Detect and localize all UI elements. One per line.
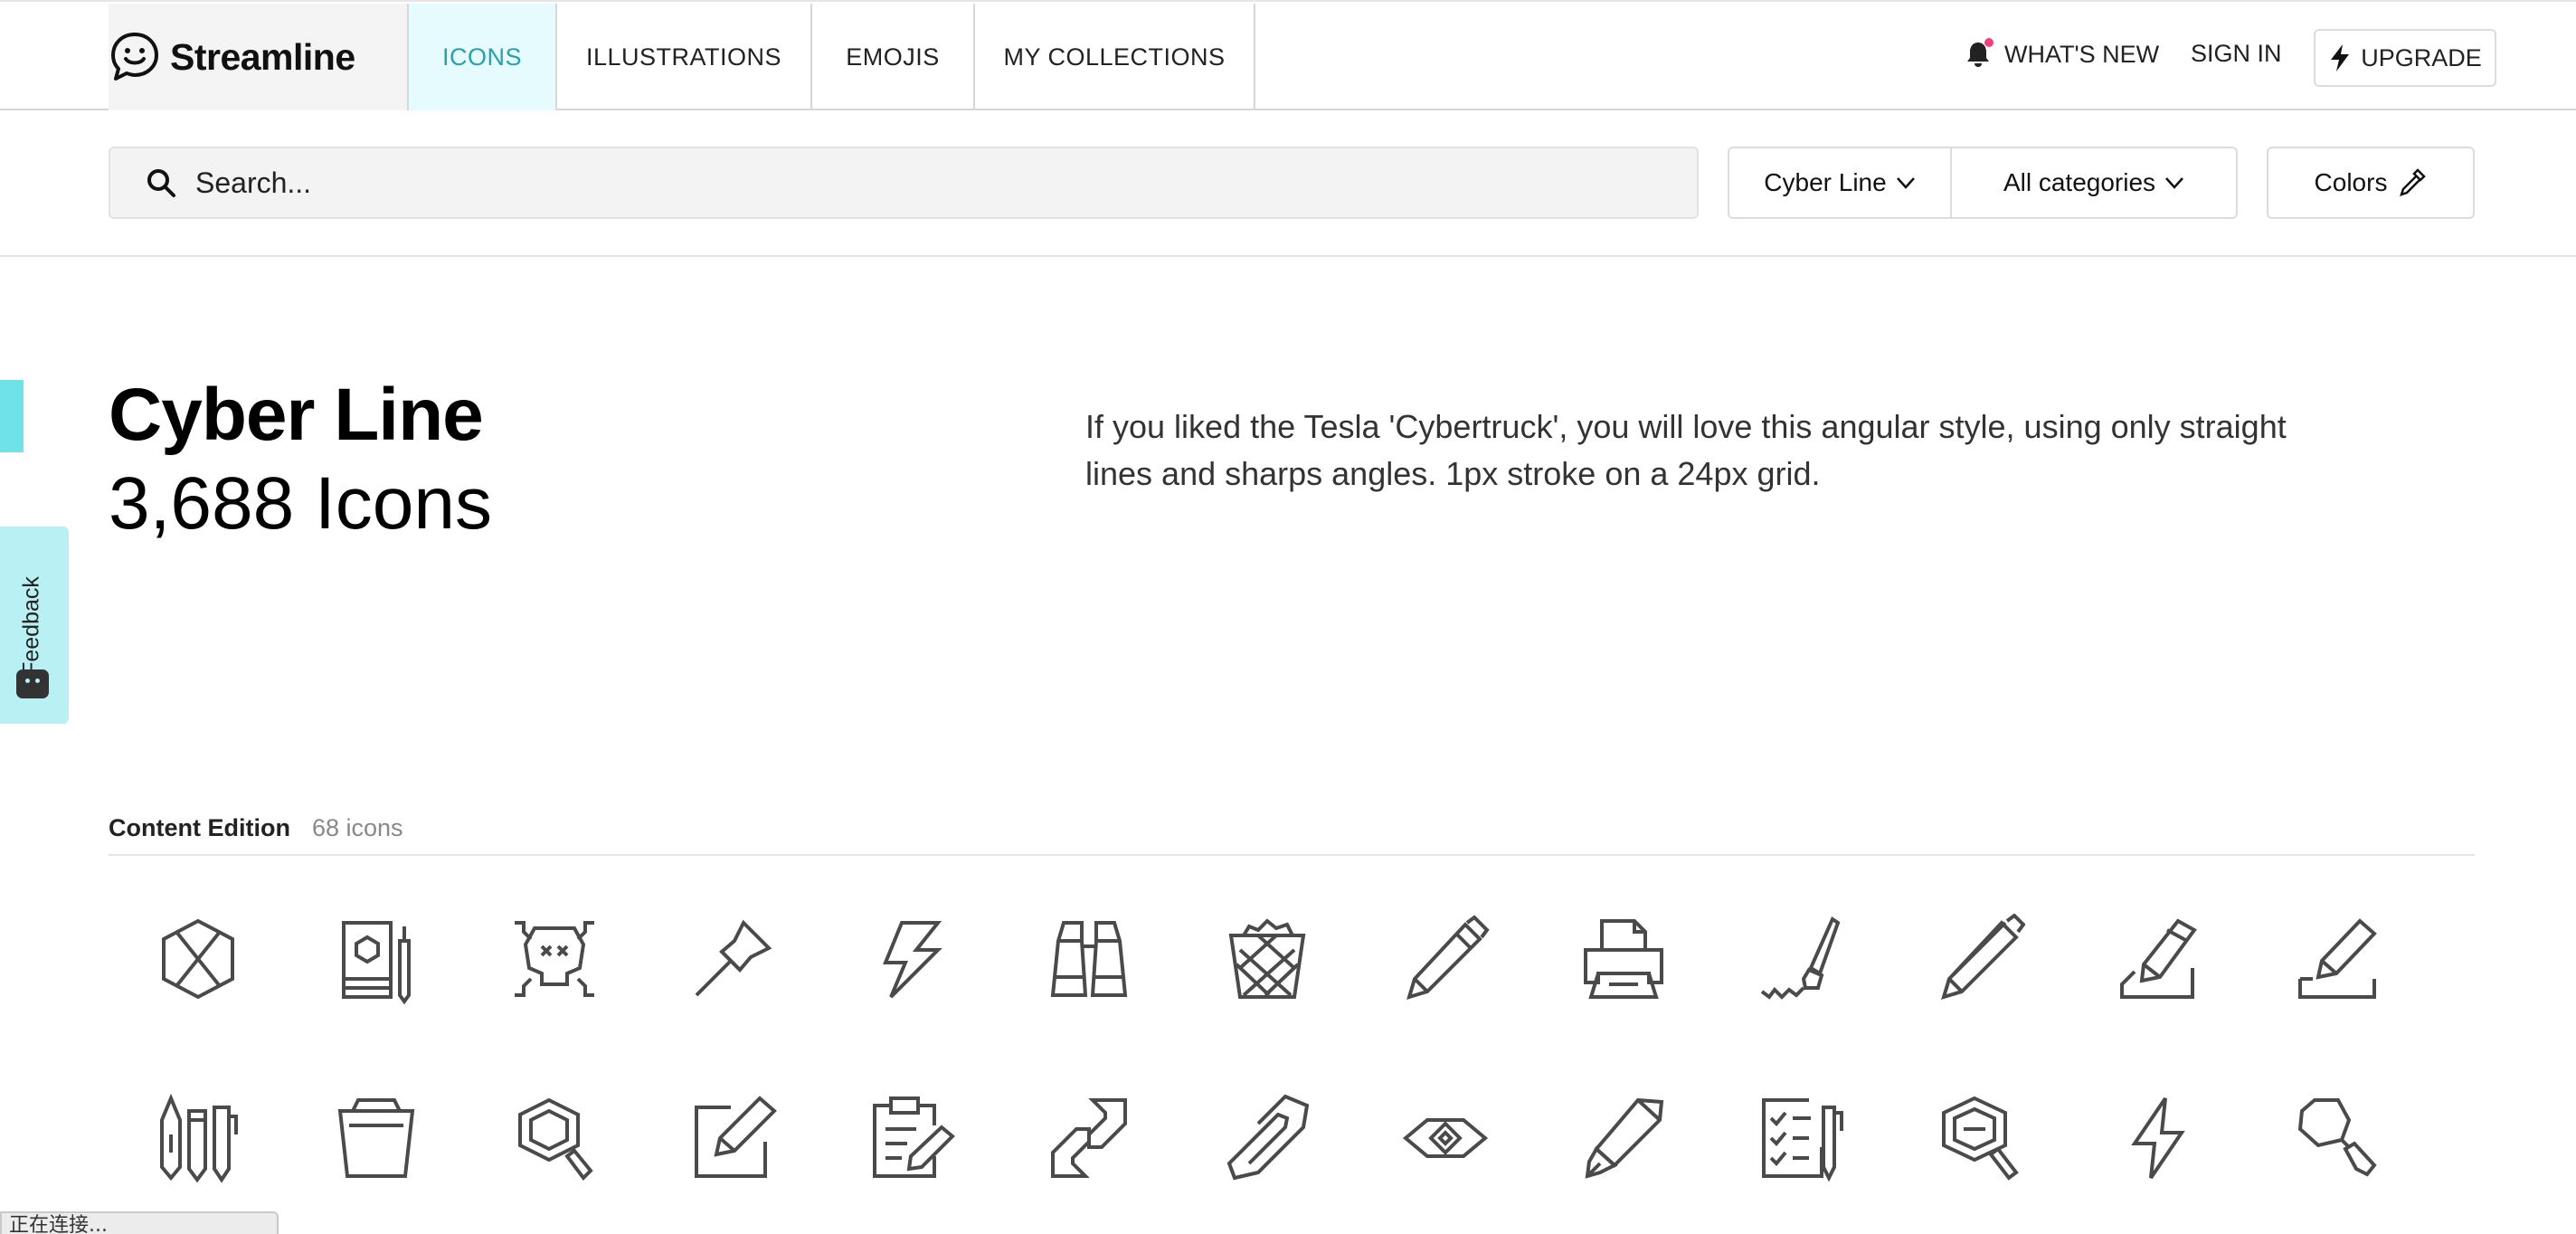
pencil-icon[interactable] (1356, 891, 1534, 1027)
brand-name: Streamline (170, 35, 355, 78)
bell-icon (1965, 38, 1994, 69)
sign-in-link[interactable]: SIGN IN (2191, 40, 2282, 68)
search-toolbar: Cyber Line All categories Colors (0, 110, 2576, 257)
upgrade-button[interactable]: UPGRADE (2314, 29, 2496, 87)
search-polygon-icon[interactable] (2247, 1070, 2425, 1206)
search-input[interactable] (195, 166, 1552, 200)
flash-icon[interactable] (2069, 1070, 2247, 1206)
section-title: Content Edition (109, 814, 290, 841)
upgrade-label: UPGRADE (2361, 43, 2482, 71)
colors-label: Colors (2314, 168, 2388, 196)
style-filter-label: Cyber Line (1764, 168, 1887, 196)
tab-icons[interactable]: ICONS (407, 4, 557, 110)
category-filter-dropdown[interactable]: All categories (1950, 147, 2238, 219)
section-icon-count: 68 icons (311, 814, 403, 841)
push-pin-icon[interactable] (643, 891, 821, 1027)
feedback-tab[interactable]: Feedback (0, 527, 69, 724)
whats-new-label: WHAT'S NEW (2004, 40, 2160, 68)
notification-dot (1984, 38, 1994, 47)
section-header: Content Edition 68 icons (109, 814, 2475, 856)
paint-dropper-icon (2400, 168, 2427, 196)
chevron-down-icon (2165, 177, 2183, 189)
tab-illustrations[interactable]: ILLUSTRATIONS (557, 4, 812, 110)
pencil-write-box-icon[interactable] (2069, 891, 2247, 1027)
side-accent-tab[interactable] (0, 380, 24, 452)
clipboard-edit-icon[interactable] (821, 1070, 999, 1206)
search-field[interactable] (109, 147, 1699, 219)
printer-icon[interactable] (1534, 891, 1712, 1027)
colors-button[interactable]: Colors (2267, 147, 2475, 219)
book-pencil-icon[interactable] (287, 891, 465, 1027)
search-hexagon-icon[interactable] (465, 1070, 643, 1206)
fountain-pen-icon[interactable] (1534, 1070, 1712, 1206)
paperclip-icon[interactable] (1178, 1070, 1356, 1206)
category-filter-label: All categories (2003, 168, 2156, 196)
skull-crossbones-icon[interactable] (465, 891, 643, 1027)
lightning-icon (2331, 44, 2350, 71)
checklist-pen-icon[interactable] (1712, 1070, 1890, 1206)
search-icon (147, 169, 175, 197)
pen-icon[interactable] (1890, 891, 2069, 1027)
page-title: Cyber Line (109, 374, 484, 456)
link-icon[interactable] (999, 1070, 1178, 1206)
feedback-label: Feedback (18, 576, 44, 676)
main-tabs: ICONS ILLUSTRATIONS EMOJIS MY COLLECTION… (407, 4, 1255, 110)
eye-icon[interactable] (1356, 1070, 1534, 1206)
tab-my-collections[interactable]: MY COLLECTIONS (975, 4, 1255, 110)
whats-new-link[interactable]: WHAT'S NEW (1965, 38, 2160, 69)
pens-set-icon[interactable] (109, 1070, 287, 1206)
hexagon-cube-icon[interactable] (109, 891, 287, 1027)
paint-brush-icon[interactable] (1712, 891, 1890, 1027)
set-description: If you liked the Tesla 'Cybertruck', you… (1085, 408, 2287, 492)
pencil-write-line-icon[interactable] (2247, 891, 2425, 1027)
lightning-bolt-icon[interactable] (821, 891, 999, 1027)
streamline-logo-icon (111, 33, 158, 81)
bin-icon[interactable] (287, 1070, 465, 1206)
edit-square-icon[interactable] (643, 1070, 821, 1206)
magnifier-minus-icon[interactable] (1890, 1070, 2069, 1206)
icon-count: 3,688 Icons (109, 462, 492, 545)
style-filter-dropdown[interactable]: Cyber Line (1728, 147, 1952, 219)
binoculars-icon[interactable] (999, 891, 1178, 1027)
chevron-down-icon (1896, 177, 1915, 189)
tab-emojis[interactable]: EMOJIS (812, 4, 975, 110)
top-navigation-bar: Streamline ICONS ILLUSTRATIONS EMOJIS MY… (0, 0, 2576, 110)
smiley-face-icon (16, 669, 49, 698)
browser-status-bar: 正在连接... (0, 1211, 279, 1234)
brand-logo[interactable]: Streamline (109, 4, 407, 110)
wastebasket-icon[interactable] (1178, 891, 1356, 1027)
